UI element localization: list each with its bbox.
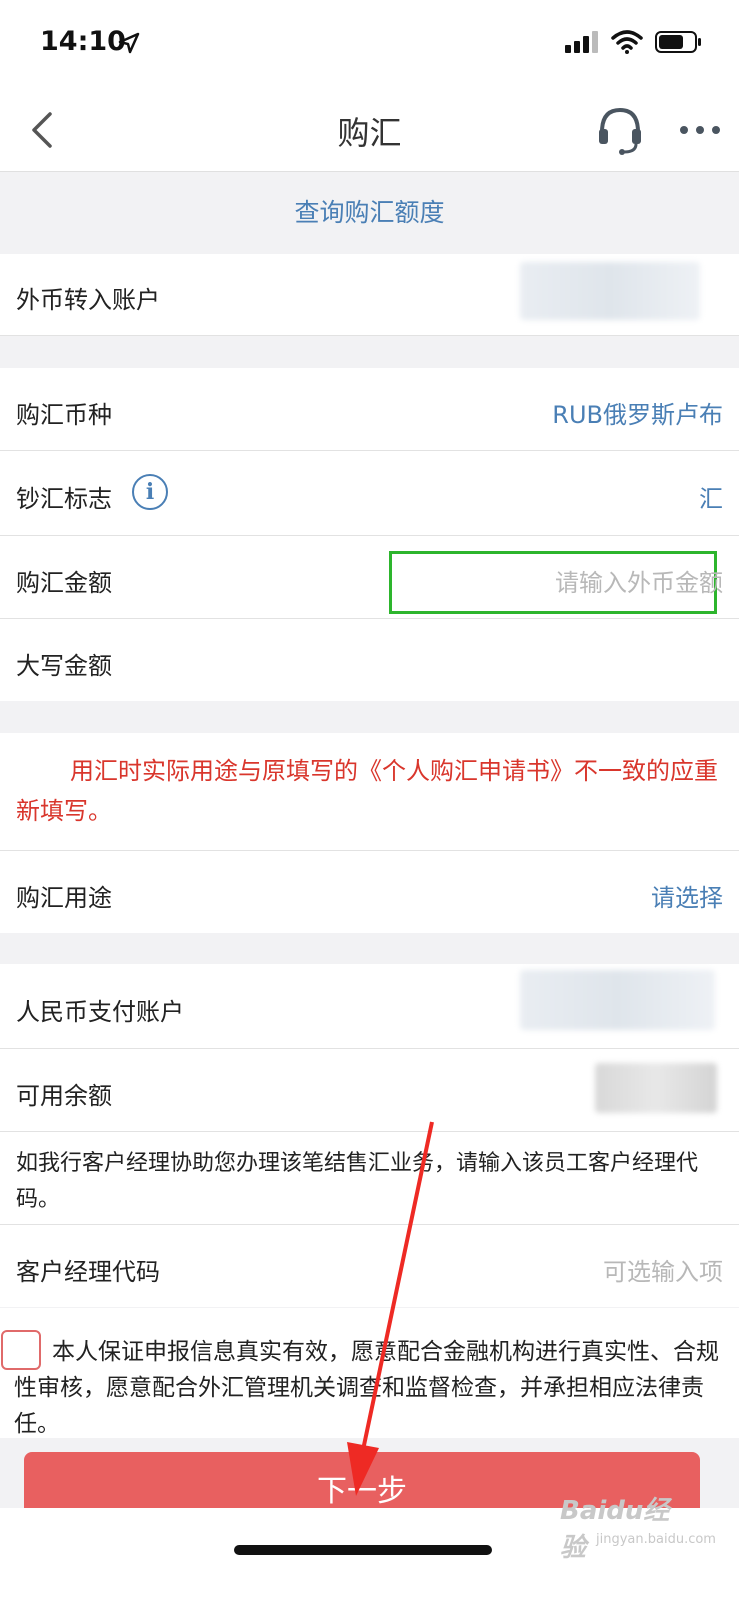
rmb-account-label: 人民币支付账户 bbox=[16, 998, 184, 1026]
manager-code-input[interactable]: 可选输入项 bbox=[603, 1252, 723, 1287]
balance-value-redacted bbox=[595, 1063, 717, 1113]
home-indicator[interactable] bbox=[234, 1545, 492, 1555]
currency-label: 购汇币种 bbox=[16, 401, 112, 429]
amount-label: 购汇金额 bbox=[16, 569, 112, 597]
balance-row: 可用余额 bbox=[0, 1049, 739, 1131]
balance-label: 可用余额 bbox=[16, 1082, 112, 1110]
foreign-account-label: 外币转入账户 bbox=[16, 286, 160, 314]
amount-upper-label: 大写金额 bbox=[16, 652, 112, 680]
amount-input[interactable]: 请输入外币金额 bbox=[555, 563, 723, 598]
notice-text: 用汇时实际用途与原填写的《个人购汇申请书》不一致的应重新填写。 bbox=[16, 757, 718, 825]
manager-hint-row: 如我行客户经理协助您办理该笔结售汇业务，请输入该员工客户经理代码。 bbox=[0, 1132, 739, 1224]
rmb-account-row[interactable]: 人民币支付账户 bbox=[0, 964, 739, 1048]
query-quota-link[interactable]: 查询购汇额度 bbox=[0, 172, 739, 254]
agreement-text: 本人保证申报信息真实有效，愿意配合金融机构进行真实性、合规性审核，愿意配合外汇管… bbox=[14, 1339, 719, 1437]
wifi-icon bbox=[611, 30, 643, 54]
foreign-account-row[interactable]: 外币转入账户 bbox=[0, 254, 739, 336]
purpose-row[interactable]: 购汇用途 请选择 bbox=[0, 851, 739, 933]
cellular-signal-icon bbox=[565, 31, 598, 53]
currency-row[interactable]: 购汇币种 RUB俄罗斯卢布 bbox=[0, 368, 739, 450]
cash-flag-row[interactable]: 钞汇标志 i 汇 bbox=[0, 451, 739, 535]
status-indicators bbox=[565, 30, 703, 54]
info-icon[interactable]: i bbox=[132, 474, 168, 510]
customer-service-headset-icon[interactable] bbox=[596, 104, 644, 156]
cash-flag-label: 钞汇标志 bbox=[16, 485, 112, 513]
amount-upper-row: 大写金额 bbox=[0, 619, 739, 701]
manager-code-row: 客户经理代码 可选输入项 bbox=[0, 1225, 739, 1307]
status-time: 14:10 bbox=[40, 26, 126, 57]
purpose-notice: 用汇时实际用途与原填写的《个人购汇申请书》不一致的应重新填写。 bbox=[0, 733, 739, 850]
baidu-watermark: Baidu经验 bbox=[560, 1496, 670, 1563]
nav-bar: 购汇 bbox=[0, 88, 739, 172]
foreign-account-value-redacted bbox=[520, 262, 700, 320]
manager-hint-text: 如我行客户经理协助您办理该笔结售汇业务，请输入该员工客户经理代码。 bbox=[16, 1151, 699, 1212]
location-arrow-icon bbox=[118, 32, 140, 54]
currency-value: RUB俄罗斯卢布 bbox=[552, 401, 723, 429]
purpose-select[interactable]: 请选择 bbox=[651, 878, 723, 913]
divider bbox=[0, 335, 739, 336]
amount-row: 购汇金额 请输入外币金额 bbox=[0, 536, 739, 618]
baidu-watermark-url: jingyan.baidu.com bbox=[596, 1532, 716, 1547]
manager-code-label: 客户经理代码 bbox=[16, 1258, 160, 1286]
battery-icon bbox=[655, 31, 701, 53]
status-bar: 14:10 bbox=[0, 0, 739, 88]
more-options-icon[interactable] bbox=[678, 116, 722, 144]
cash-flag-value: 汇 bbox=[699, 485, 723, 513]
purpose-label: 购汇用途 bbox=[16, 884, 112, 912]
rmb-account-value-redacted bbox=[520, 970, 715, 1030]
agreement-section: 本人保证申报信息真实有效，愿意配合金融机构进行真实性、合规性审核，愿意配合外汇管… bbox=[0, 1308, 739, 1438]
